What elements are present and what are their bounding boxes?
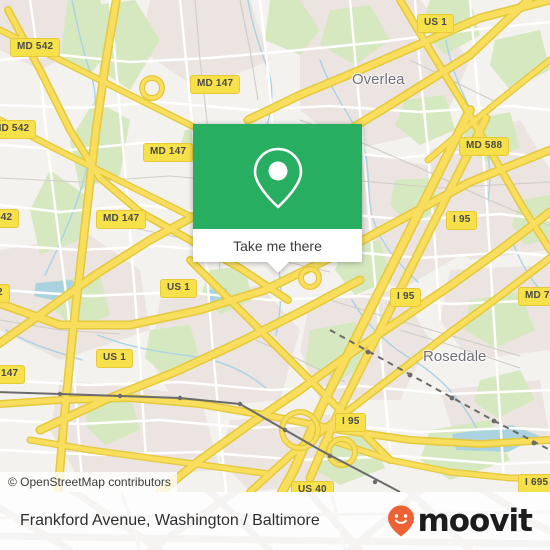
moovit-smiley-pin-icon — [388, 505, 415, 537]
moovit-map-screenshot: Overlea Rosedale MD 542 MD 147 US 1 MD 5… — [0, 0, 550, 550]
road-shield-md-588: MD 588 — [459, 137, 510, 156]
road-shield-md-147: MD 147 — [190, 75, 241, 94]
road-shield-us-1-mid: US 1 — [160, 279, 198, 298]
location-title: Frankford Avenue, Washington / Baltimore — [20, 492, 320, 550]
osm-attribution[interactable]: © OpenStreetMap contributors — [0, 472, 177, 492]
road-shield-542-edge: 542 — [0, 209, 20, 228]
road-shield-i-95-mid: I 95 — [390, 288, 422, 307]
popup-action-label: Take me there — [233, 237, 322, 254]
osm-attribution-text: © OpenStreetMap contributors — [8, 475, 171, 489]
road-shield-i-95-lower: I 95 — [335, 413, 367, 432]
road-shield-md-542: MD 542 — [10, 38, 61, 57]
road-shield-md-147-mid: MD 147 — [143, 143, 194, 162]
road-shield-147-edge: 147 — [0, 365, 26, 384]
road-shield-md-542-west: MD 542 — [0, 120, 37, 139]
road-shield-i-695: I 695 — [518, 474, 550, 492]
place-label-rosedale: Rosedale — [423, 348, 487, 365]
road-shield-md-147-lower: MD 147 — [96, 210, 147, 229]
popup-action-bar[interactable]: Take me there — [193, 229, 362, 273]
moovit-brand-text: moovit — [417, 502, 533, 539]
bottom-info-bar: Frankford Avenue, Washington / Baltimore… — [0, 492, 550, 550]
popup-icon-panel — [193, 124, 362, 229]
place-label-overlea: Overlea — [352, 71, 405, 88]
moovit-brand-logo[interactable]: moovit — [386, 492, 533, 550]
popup-pointer-tail — [266, 262, 289, 273]
location-title-text: Frankford Avenue, Washington / Baltimore — [20, 512, 320, 529]
road-shield-us-1: US 1 — [417, 14, 455, 33]
road-shield-us-1-lower: US 1 — [96, 349, 134, 368]
road-shield-i-95-east: I 95 — [446, 211, 478, 230]
road-shield-md-7: MD 7 — [518, 287, 550, 306]
road-shield-us-40: US 40 — [291, 481, 334, 492]
road-shield-2-edge: 2 — [0, 284, 10, 303]
map-canvas[interactable]: Overlea Rosedale MD 542 MD 147 US 1 MD 5… — [0, 0, 550, 492]
destination-popup-card[interactable]: Take me there — [193, 124, 362, 273]
map-pin-icon — [253, 147, 302, 208]
